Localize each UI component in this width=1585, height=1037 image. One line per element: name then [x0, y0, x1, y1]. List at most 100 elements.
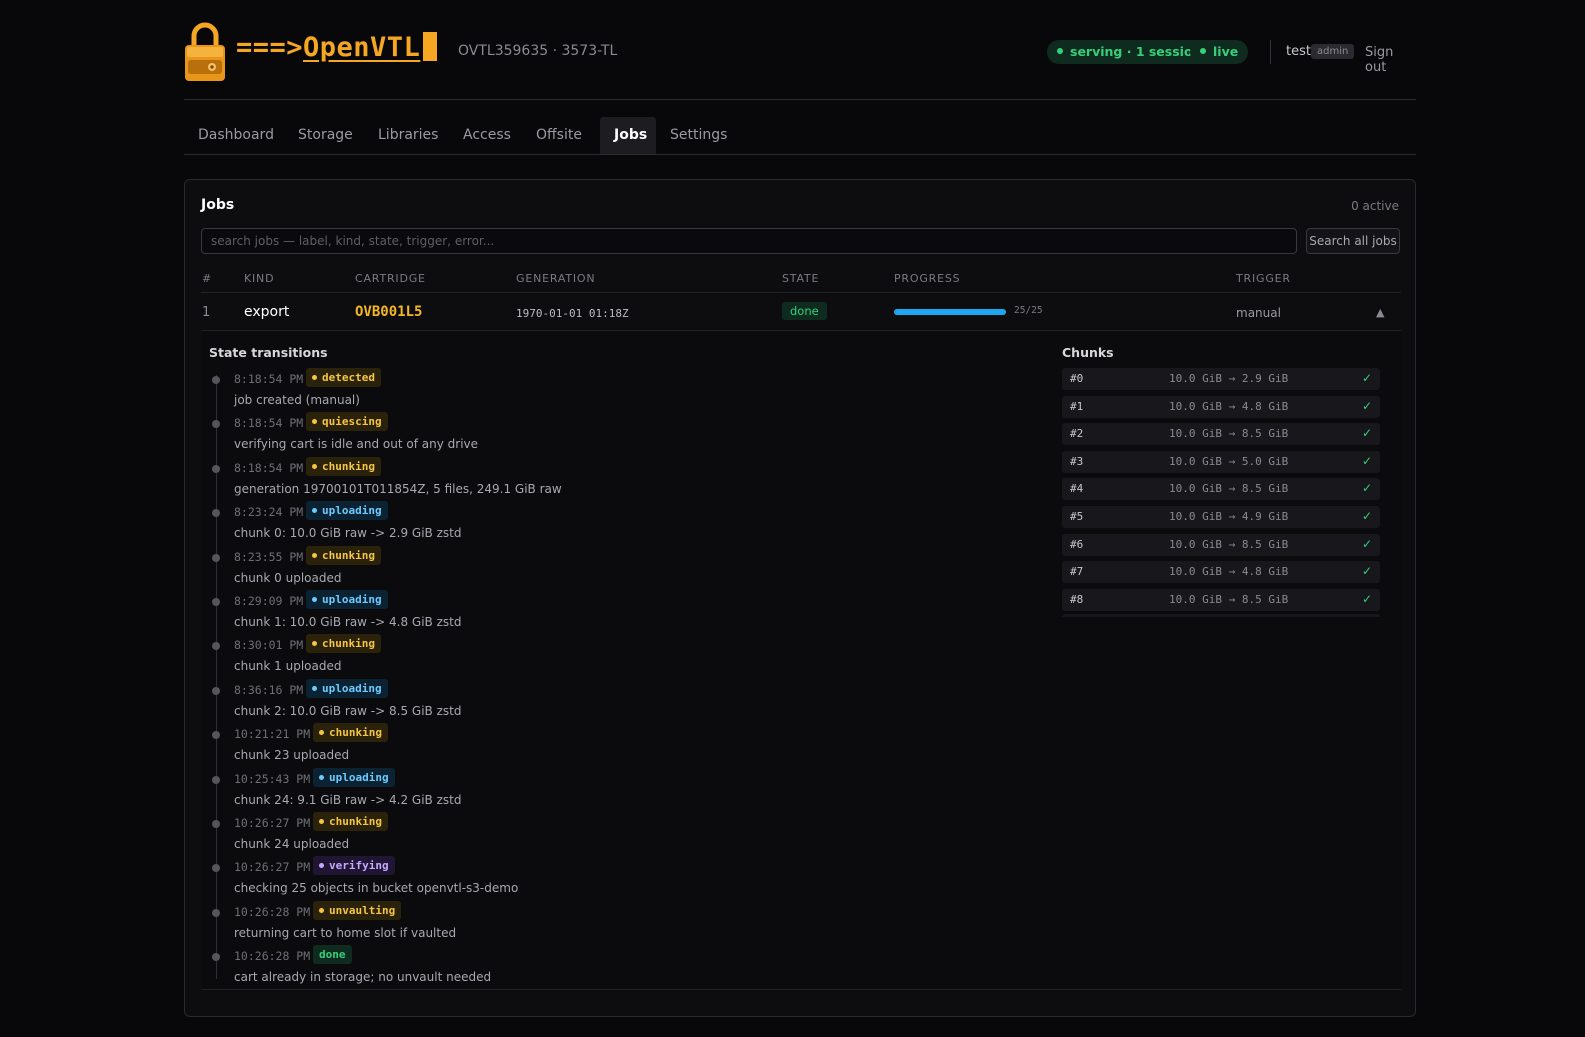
tab-libraries[interactable]: Libraries: [364, 117, 452, 154]
column-header-number: #: [202, 272, 213, 285]
chunk-id: #3: [1070, 454, 1084, 468]
chunk-row: #1 10.0 GiB → 4.8 GiB ✓: [1062, 395, 1380, 418]
transition-description: chunk 1 uploaded: [234, 659, 342, 674]
tab-jobs[interactable]: Jobs: [600, 117, 656, 154]
transition-state-label: unvaulting: [329, 903, 396, 917]
checkmark-icon: ✓: [1361, 426, 1372, 441]
chunk-id: #0: [1070, 372, 1084, 385]
state-dot-icon: [319, 819, 324, 824]
chunk-size: 10.0 GiB → 8.5 GiB: [1169, 482, 1289, 496]
list-item: 8:23:55 PM chunking chunk 0 uploaded: [201, 545, 901, 593]
chunk-row: #8 10.0 GiB → 8.5 GiB ✓: [1062, 588, 1380, 611]
live-status-badge: live: [1190, 40, 1249, 64]
transition-time: 10:25:43 PM: [234, 771, 311, 786]
transition-state-label: uploading: [322, 504, 382, 518]
chunk-size: 10.0 GiB → 4.8 GiB: [1169, 565, 1289, 579]
chunk-id: #6: [1070, 537, 1084, 551]
chunk-row: #3 10.0 GiB → 5.0 GiB ✓: [1062, 450, 1380, 473]
transition-time: 10:21:21 PM: [234, 727, 311, 742]
tab-offsite[interactable]: Offsite: [522, 117, 596, 154]
header-divider: [1270, 40, 1271, 64]
tab-dashboard[interactable]: Dashboard: [184, 117, 288, 154]
job-search-input[interactable]: [201, 228, 1297, 254]
timeline-dot-icon: [212, 908, 220, 917]
list-item: 10:26:27 PM verifying checking 25 objects …: [201, 856, 901, 903]
transition-state-badge: detected: [306, 368, 381, 387]
list-item: 8:18:54 PM quiescing verifying cart is idl…: [201, 412, 901, 459]
tab-storage[interactable]: Storage: [284, 117, 367, 154]
transition-description: chunk 2: 10.0 GiB raw -> 8.5 GiB zstd: [234, 703, 462, 718]
collapse-row-icon[interactable]: ▲: [1376, 306, 1384, 319]
chunk-id: #8: [1070, 592, 1084, 606]
state-dot-icon: [312, 419, 317, 425]
transition-description: generation 19700101T011854Z, 5 files, 24…: [234, 481, 562, 496]
checkmark-icon: ✓: [1361, 398, 1372, 413]
checkmark-icon: ✓: [1361, 564, 1372, 579]
tab-settings[interactable]: Settings: [656, 117, 741, 154]
transition-state-label: chunking: [322, 548, 375, 562]
chunk-id: #7: [1070, 565, 1084, 579]
transition-description: job created (manual): [234, 393, 360, 407]
job-progress-fill: [894, 309, 1006, 315]
transition-time: 8:18:54 PM: [234, 416, 304, 431]
chunk-row: #2 10.0 GiB → 8.5 GiB ✓: [1062, 423, 1380, 446]
transition-state-label: verifying: [329, 859, 389, 873]
checkmark-icon: ✓: [1361, 481, 1372, 496]
main-nav: Dashboard Storage Libraries Access Offsi…: [184, 117, 1416, 155]
transition-state-label: quiescing: [322, 415, 382, 429]
transition-description: chunk 0 uploaded: [234, 570, 342, 585]
checkmark-icon: ✓: [1361, 509, 1372, 523]
timeline-dot-icon: [212, 686, 220, 695]
search-all-jobs-button[interactable]: Search all jobs: [1306, 228, 1400, 254]
chunk-row: #5 10.0 GiB → 4.9 GiB ✓: [1062, 506, 1380, 528]
chunk-id: #4: [1070, 482, 1084, 496]
transition-state-badge: chunking: [306, 456, 381, 476]
state-dot-icon: [312, 508, 317, 514]
job-details: State transitions 8:18:54 PM detected job …: [201, 331, 1401, 990]
transition-time: 10:26:28 PM: [234, 949, 311, 964]
transition-time: 8:18:54 PM: [234, 372, 304, 386]
transition-state-label: done: [319, 948, 346, 962]
app-header: ===>OpenVTL OVTL359635 · 3573-TL serving…: [184, 18, 1416, 100]
list-item: 8:18:54 PM chunking generation 19700101T01…: [201, 456, 901, 504]
column-header-state: STATE: [782, 272, 820, 285]
checkmark-icon: ✓: [1361, 453, 1372, 468]
state-dot-icon: [319, 907, 324, 913]
header-divider: [201, 292, 1401, 293]
state-transitions-title: State transitions: [209, 345, 328, 360]
transition-state-badge: uploading: [313, 767, 395, 787]
transition-description: verifying cart is idle and out of any dr…: [234, 437, 479, 452]
state-dot-icon: [312, 552, 317, 558]
column-header-progress: PROGRESS: [894, 272, 961, 285]
list-item: 10:26:28 PM done cart already in storage; …: [201, 945, 901, 992]
transition-state-label: chunking: [329, 726, 382, 740]
live-dot-icon: [1200, 48, 1206, 54]
current-user: test: [1286, 44, 1311, 59]
transition-description: cart already in storage; no unvault need…: [234, 970, 492, 985]
chunk-size: 10.0 GiB → 8.5 GiB: [1169, 427, 1289, 441]
transition-state-badge: chunking: [306, 634, 381, 654]
sign-out-link[interactable]: Sign out: [1365, 45, 1416, 75]
transition-state-label: chunking: [322, 459, 375, 473]
checkmark-icon: ✓: [1361, 371, 1372, 385]
transition-description: returning cart to home slot if vaulted: [234, 925, 457, 940]
timeline-dot-icon: [212, 953, 220, 962]
jobs-panel: Jobs 0 active Search all jobs # KIND CAR…: [184, 179, 1416, 1017]
transition-state-badge: uploading: [306, 678, 388, 698]
chunk-id: #5: [1070, 510, 1084, 523]
timeline-dot-icon: [212, 553, 220, 562]
app-logo-text[interactable]: ===>OpenVTL: [236, 32, 438, 63]
chunk-id: #2: [1070, 427, 1084, 441]
transition-state-badge: verifying: [313, 856, 395, 876]
timeline-dot-icon: [212, 864, 220, 873]
padlock-logo-icon: [185, 22, 225, 81]
chunk-row: #7 10.0 GiB → 4.8 GiB ✓: [1062, 561, 1380, 584]
timeline-dot-icon: [212, 642, 220, 651]
tab-access[interactable]: Access: [449, 117, 525, 154]
transition-state-badge: chunking: [313, 812, 388, 831]
chunk-size: 10.0 GiB → 4.9 GiB: [1169, 510, 1289, 523]
list-item: 8:18:54 PM detected job created (manual): [201, 368, 901, 415]
panel-title: Jobs: [201, 197, 235, 213]
state-dot-icon: [312, 375, 317, 380]
job-cartridge[interactable]: OVB001L5: [355, 304, 422, 320]
